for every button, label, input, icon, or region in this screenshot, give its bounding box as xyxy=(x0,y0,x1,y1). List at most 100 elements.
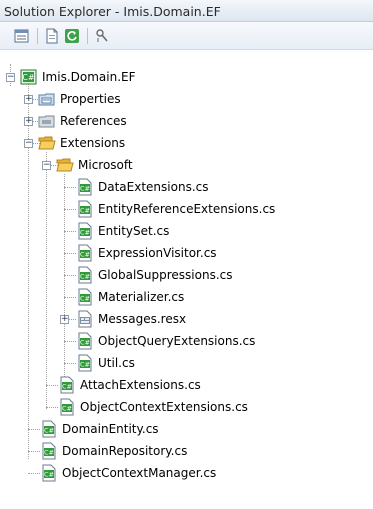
tree-line xyxy=(64,187,76,188)
cs-file-icon: C# xyxy=(42,420,56,438)
svg-text:C#: C# xyxy=(80,273,90,281)
tree-item-file[interactable]: C# ObjectQueryExtensions.cs xyxy=(76,330,255,352)
expand-toggle[interactable]: + xyxy=(60,315,69,324)
tree-item-label: Imis.Domain.EF xyxy=(42,70,136,84)
tree-item-label: ObjectContextExtensions.cs xyxy=(80,400,248,414)
properties-icon[interactable] xyxy=(14,28,30,44)
cs-file-icon: C# xyxy=(78,332,92,350)
tree-line xyxy=(64,253,76,254)
tree-line xyxy=(46,385,58,386)
svg-text:C#: C# xyxy=(80,229,90,237)
view-class-diagram-icon[interactable] xyxy=(94,28,110,44)
window-title-bar: Solution Explorer - Imis.Domain.EF xyxy=(0,0,373,22)
open-folder-icon xyxy=(38,136,56,150)
tree-item-label: Extensions xyxy=(60,136,126,150)
tree-item-label: GlobalSuppressions.cs xyxy=(98,268,233,282)
cs-file-icon: C# xyxy=(78,266,92,284)
svg-text:C#: C# xyxy=(22,73,35,82)
cs-file-icon: C# xyxy=(78,200,92,218)
tree-item-file[interactable]: C# EntityReferenceExtensions.cs xyxy=(76,198,275,220)
tree-line xyxy=(64,174,65,385)
tree-item-file[interactable]: C# DomainEntity.cs xyxy=(40,418,159,440)
collapse-toggle[interactable]: − xyxy=(6,73,15,82)
tree-line xyxy=(64,275,76,276)
cs-file-icon: C# xyxy=(78,222,92,240)
expand-toggle[interactable]: + xyxy=(24,117,33,126)
tree-item-label: DomainRepository.cs xyxy=(62,444,188,458)
tree-item-label: AttachExtensions.cs xyxy=(80,378,201,392)
tree-item-file[interactable]: C# ObjectContextManager.cs xyxy=(40,462,216,484)
collapse-toggle[interactable]: − xyxy=(42,161,51,170)
refresh-icon[interactable] xyxy=(64,28,80,44)
tree-item-project[interactable]: C# Imis.Domain.EF xyxy=(20,66,136,88)
svg-text:C#: C# xyxy=(62,383,72,391)
tree-item-file[interactable]: C# EntitySet.cs xyxy=(76,220,169,242)
tree-item-file[interactable]: C# ObjectContextExtensions.cs xyxy=(58,396,248,418)
tree-item-label: Microsoft xyxy=(78,158,133,172)
tree-item-label: Materializer.cs xyxy=(98,290,185,304)
tree-item-file[interactable]: C# Util.cs xyxy=(76,352,135,374)
svg-text:C#: C# xyxy=(80,295,90,303)
tree-line xyxy=(46,152,47,409)
cs-file-icon: C# xyxy=(42,442,56,460)
svg-text:C#: C# xyxy=(80,361,90,369)
tree-item-file[interactable]: C# Materializer.cs xyxy=(76,286,184,308)
open-folder-icon xyxy=(56,158,74,172)
svg-text:C#: C# xyxy=(80,339,90,347)
tree-item-properties[interactable]: Properties xyxy=(38,88,121,110)
tree-item-file[interactable]: C# DomainRepository.cs xyxy=(40,440,187,462)
tree-item-label: DataExtensions.cs xyxy=(98,180,209,194)
cs-file-icon: C# xyxy=(60,398,74,416)
tree-line xyxy=(64,363,76,364)
tree-item-label: References xyxy=(60,114,127,128)
tree-item-file[interactable]: C# AttachExtensions.cs xyxy=(58,374,201,396)
tree-line xyxy=(64,209,76,210)
tree-item-label: Messages.resx xyxy=(98,312,187,326)
tree-item-label: Util.cs xyxy=(98,356,135,370)
tree-item-label: ExpressionVisitor.cs xyxy=(98,246,217,260)
svg-text:C#: C# xyxy=(80,207,90,215)
tree-item-file[interactable]: C# GlobalSuppressions.cs xyxy=(76,264,233,286)
svg-text:C#: C# xyxy=(44,449,54,457)
tree-item-label: ObjectContextManager.cs xyxy=(62,466,217,480)
tree-item-file[interactable]: C# ExpressionVisitor.cs xyxy=(76,242,217,264)
cs-file-icon: C# xyxy=(78,178,92,196)
tree-item-microsoft[interactable]: Microsoft xyxy=(56,154,133,176)
tree-item-references[interactable]: References xyxy=(38,110,127,132)
references-folder-icon xyxy=(38,115,55,128)
tree-item-file[interactable]: C# DataExtensions.cs xyxy=(76,176,208,198)
resx-file-icon xyxy=(78,310,92,328)
tree-item-label: EntitySet.cs xyxy=(98,224,170,238)
cs-file-icon: C# xyxy=(78,244,92,262)
expand-toggle[interactable]: + xyxy=(24,95,33,104)
svg-text:C#: C# xyxy=(80,251,90,259)
tree-line xyxy=(64,341,76,342)
show-all-files-icon[interactable] xyxy=(44,28,60,44)
solution-explorer-toolbar xyxy=(0,22,373,50)
tree-item-label: Properties xyxy=(60,92,121,106)
properties-folder-icon xyxy=(38,93,55,106)
tree-line xyxy=(64,297,76,298)
window-title: Solution Explorer - Imis.Domain.EF xyxy=(4,4,221,19)
solution-tree: − + + − − + C# Imis.Domain.EF Properties… xyxy=(0,50,373,509)
cs-file-icon: C# xyxy=(60,376,74,394)
tree-line xyxy=(64,231,76,232)
cs-file-icon: C# xyxy=(78,288,92,306)
tree-item-extensions[interactable]: Extensions xyxy=(38,132,125,154)
svg-text:C#: C# xyxy=(62,405,72,413)
tree-line xyxy=(28,429,40,430)
toolbar-separator xyxy=(37,28,38,44)
tree-line xyxy=(28,473,40,474)
tree-item-label: EntityReferenceExtensions.cs xyxy=(98,202,276,216)
toolbar-separator xyxy=(87,28,88,44)
collapse-toggle[interactable]: − xyxy=(24,139,33,148)
tree-item-label: ObjectQueryExtensions.cs xyxy=(98,334,256,348)
cs-file-icon: C# xyxy=(42,464,56,482)
tree-line xyxy=(28,451,40,452)
tree-item-file[interactable]: Messages.resx xyxy=(76,308,186,330)
cs-file-icon: C# xyxy=(78,354,92,372)
csharp-project-icon: C# xyxy=(20,69,37,85)
svg-text:C#: C# xyxy=(44,471,54,479)
tree-item-label: DomainEntity.cs xyxy=(62,422,159,436)
svg-text:C#: C# xyxy=(80,185,90,193)
